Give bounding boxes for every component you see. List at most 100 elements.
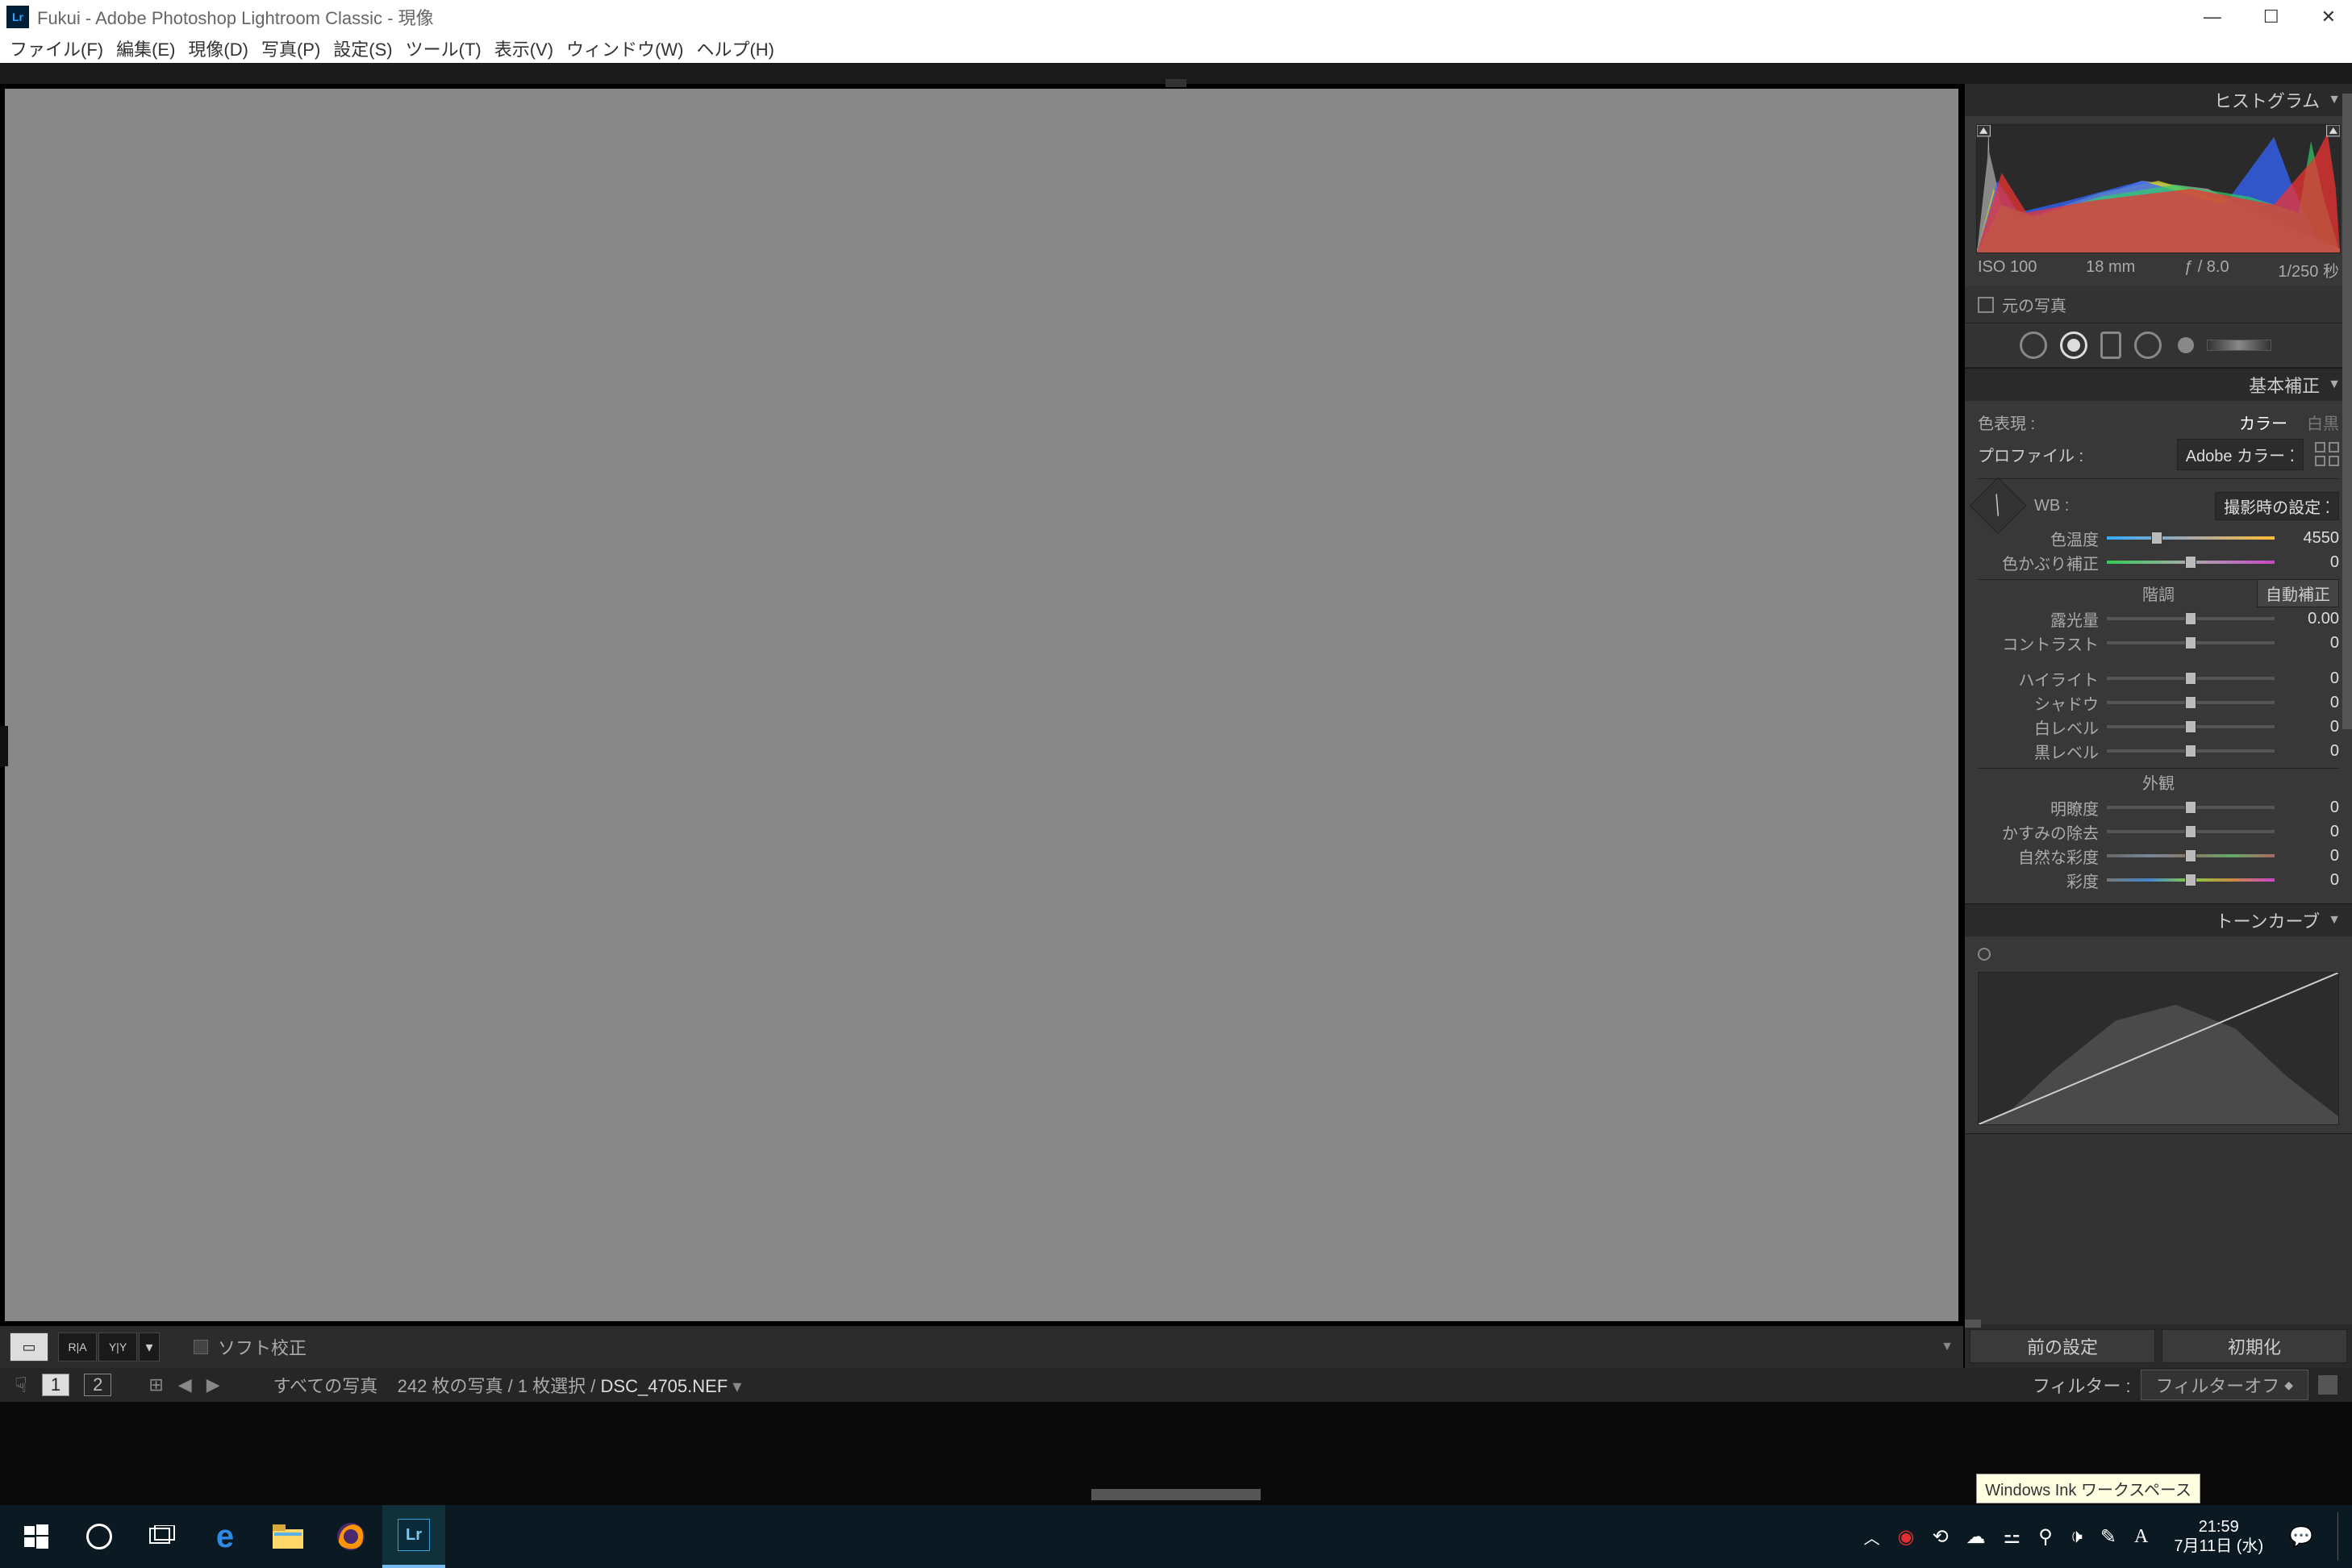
app-body: ▭ R|A Y|Y ▾ ソフト校正 ▼ ヒストグラム▼ — [0, 63, 2352, 1505]
whites-slider[interactable] — [2107, 723, 2275, 731]
start-button[interactable] — [5, 1505, 68, 1568]
dehaze-value[interactable]: 0 — [2283, 823, 2339, 841]
onedrive-icon[interactable]: ☁ — [1966, 1525, 1986, 1549]
show-desktop-button[interactable] — [2337, 1512, 2342, 1561]
contrast-value[interactable]: 0 — [2283, 634, 2339, 653]
histogram[interactable] — [1976, 124, 2341, 253]
menu-file[interactable]: ファイル(F) — [3, 35, 110, 61]
basic-header[interactable]: 基本補正▼ — [1965, 369, 2352, 401]
radial-tool[interactable] — [2134, 332, 2162, 359]
menu-settings[interactable]: 設定(S) — [327, 35, 398, 61]
toolbar-overflow[interactable]: ▼ — [1941, 1340, 1954, 1354]
second-window-button[interactable]: 2 — [84, 1374, 111, 1396]
reset-button[interactable]: 初期化 — [2162, 1329, 2347, 1363]
cortana-button[interactable] — [68, 1505, 131, 1568]
vibrance-slider[interactable] — [2107, 852, 2275, 860]
filename-label[interactable]: DSC_4705.NEF — [601, 1376, 728, 1396]
clock[interactable]: 21:59 7月11日 (水) — [2166, 1517, 2271, 1556]
action-center-icon[interactable]: 💬 — [2289, 1525, 2313, 1549]
tonecurve-graph[interactable] — [1978, 972, 2339, 1125]
clarity-slider[interactable] — [2107, 803, 2275, 811]
edge-button[interactable]: e — [194, 1505, 256, 1568]
image-canvas[interactable] — [5, 89, 1958, 1321]
grid-icon[interactable]: ⊞ — [148, 1374, 163, 1395]
tonecurve-header[interactable]: トーンカーブ▼ — [1965, 904, 2352, 936]
filter-dropdown[interactable]: フィルターオフ◆ — [2141, 1370, 2308, 1400]
exposure-slider[interactable] — [2107, 615, 2275, 623]
menu-help[interactable]: ヘルプ(H) — [690, 35, 781, 61]
menu-tools[interactable]: ツール(T) — [399, 35, 488, 61]
wifi-icon[interactable]: ⚲ — [2038, 1525, 2053, 1549]
main-window-button[interactable]: 1 — [42, 1374, 69, 1396]
profile-dropdown[interactable]: Adobe カラー ⁚ — [2177, 439, 2304, 470]
sync-icon[interactable]: ⟲ — [1933, 1525, 1949, 1549]
vibrance-value[interactable]: 0 — [2283, 847, 2339, 865]
previous-settings-button[interactable]: 前の設定 — [1970, 1329, 2155, 1363]
saturation-slider[interactable] — [2107, 876, 2275, 884]
soft-proof-checkbox[interactable] — [194, 1340, 208, 1354]
tint-slider[interactable] — [2107, 558, 2275, 566]
menu-window[interactable]: ウィンドウ(W) — [560, 35, 690, 61]
highlights-slider[interactable] — [2107, 674, 2275, 682]
ime-icon[interactable]: A — [2134, 1526, 2148, 1548]
treatment-bw[interactable]: 白黒 — [2307, 411, 2339, 434]
blacks-slider[interactable] — [2107, 747, 2275, 755]
volume-icon[interactable]: 🕩 — [2071, 1525, 2083, 1548]
original-checkbox[interactable] — [1978, 297, 1994, 313]
panel-scrollbar[interactable] — [2342, 94, 2352, 729]
graduated-tool[interactable] — [2100, 332, 2121, 359]
nav-back-icon[interactable]: ◀ — [178, 1374, 192, 1395]
explorer-button[interactable] — [256, 1505, 319, 1568]
blacks-value[interactable]: 0 — [2283, 742, 2339, 761]
before-after-tb-button[interactable]: Y|Y — [98, 1332, 137, 1362]
tonecurve-target[interactable] — [1978, 948, 1991, 961]
before-after-lr-button[interactable]: R|A — [58, 1332, 97, 1362]
menu-develop[interactable]: 現像(D) — [181, 35, 255, 61]
lightroom-button[interactable]: Lr — [382, 1505, 445, 1568]
maximize-button[interactable]: ☐ — [2263, 6, 2279, 27]
nav-forward-icon[interactable]: ▶ — [206, 1374, 220, 1395]
ink-workspace-icon[interactable]: ✎ — [2100, 1525, 2116, 1549]
auto-tone-button[interactable]: 自動補正 — [2257, 579, 2339, 607]
redeye-tool[interactable] — [2060, 332, 2087, 359]
crop-tool[interactable] — [1975, 329, 2007, 361]
menu-view[interactable]: 表示(V) — [488, 35, 560, 61]
loupe-view-button[interactable]: ▭ — [10, 1332, 48, 1362]
tray-overflow-icon[interactable]: ︿ — [1864, 1525, 1880, 1549]
treatment-color[interactable]: カラー — [2239, 411, 2287, 434]
exposure-value[interactable]: 0.00 — [2283, 610, 2339, 628]
contrast-slider[interactable] — [2107, 639, 2275, 647]
firefox-button[interactable] — [319, 1505, 382, 1568]
profile-browser-button[interactable] — [2315, 442, 2339, 466]
system-tray: ︿ ◉ ⟲ ☁ ⚍ ⚲ 🕩 ✎ A 21:59 7月11日 (水) 💬 — [1864, 1512, 2347, 1561]
secondary-display-icon[interactable]: ☟ — [15, 1373, 27, 1398]
adjustment-amount[interactable] — [2207, 340, 2271, 351]
task-view-button[interactable] — [131, 1505, 194, 1568]
menu-edit[interactable]: 編集(E) — [110, 35, 181, 61]
menu-photo[interactable]: 写真(P) — [255, 35, 327, 61]
antivirus-icon[interactable]: ◉ — [1898, 1525, 1915, 1549]
dehaze-slider[interactable] — [2107, 828, 2275, 836]
filter-lock[interactable] — [2318, 1375, 2337, 1395]
clarity-value[interactable]: 0 — [2283, 799, 2339, 817]
close-button[interactable]: ✕ — [2321, 6, 2336, 27]
shadows-value[interactable]: 0 — [2283, 694, 2339, 712]
histogram-header[interactable]: ヒストグラム▼ — [1965, 84, 2352, 116]
top-panel-collapsed[interactable] — [0, 63, 2352, 84]
spot-tool[interactable] — [2020, 332, 2047, 359]
minimize-button[interactable]: — — [2204, 6, 2221, 27]
left-panel-toggle[interactable] — [0, 726, 8, 766]
temp-value[interactable]: 4550 — [2283, 529, 2339, 548]
tint-value[interactable]: 0 — [2283, 553, 2339, 572]
before-after-menu[interactable]: ▾ — [139, 1332, 160, 1362]
highlights-value[interactable]: 0 — [2283, 669, 2339, 688]
saturation-value[interactable]: 0 — [2283, 871, 2339, 890]
temp-slider[interactable] — [2107, 534, 2275, 542]
brush-tool[interactable] — [2178, 337, 2194, 353]
source-label[interactable]: すべての写真 — [273, 1376, 378, 1396]
filmstrip-scrollbar[interactable] — [1091, 1489, 1261, 1500]
whites-value[interactable]: 0 — [2283, 718, 2339, 736]
wb-dropdown[interactable]: 撮影時の設定 ⁚ — [2215, 492, 2339, 520]
network-icon[interactable]: ⚍ — [2004, 1525, 2021, 1549]
shadows-slider[interactable] — [2107, 699, 2275, 707]
